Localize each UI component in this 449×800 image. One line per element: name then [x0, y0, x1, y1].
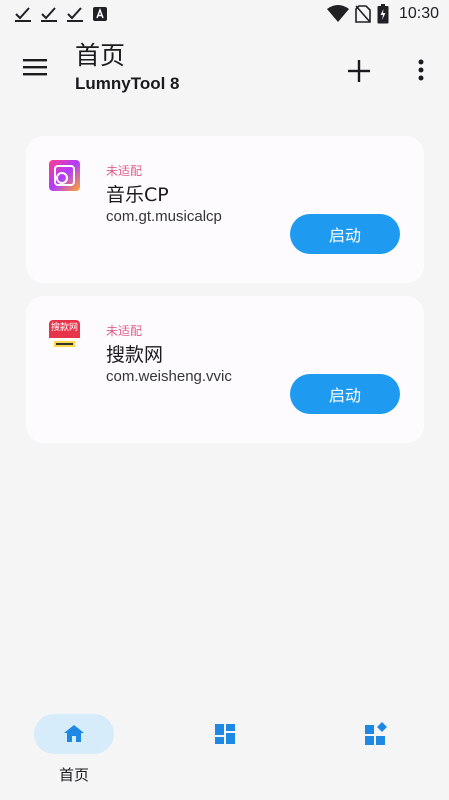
more-options-button[interactable]: [410, 56, 432, 86]
adaptation-status: 未适配: [106, 164, 143, 178]
a-letter-icon: [93, 7, 107, 21]
add-button[interactable]: [344, 56, 374, 86]
more-vert-icon: [418, 59, 424, 81]
bottom-navigation: 首页: [0, 700, 449, 800]
music-app-icon: [49, 160, 80, 191]
app-name: 搜款网: [106, 344, 164, 366]
plus-icon: [348, 60, 370, 82]
wifi-icon: [326, 5, 349, 22]
menu-button[interactable]: [20, 52, 50, 82]
notification-icons: [14, 6, 108, 22]
nav-label-home: 首页: [58, 766, 89, 784]
header-titles: 首页 LumnyTool 8: [75, 40, 180, 94]
widgets-icon: [365, 722, 387, 745]
launch-button[interactable]: 启动: [290, 374, 400, 414]
status-bar: 10:30: [0, 0, 449, 30]
app-subtitle: LumnyTool 8: [75, 74, 180, 93]
dashboard-icon: [215, 724, 235, 744]
check-icon: [15, 7, 31, 22]
no-sim-icon: [355, 5, 371, 23]
check-icon: [67, 7, 83, 22]
page-title: 首页: [75, 41, 126, 70]
system-icons: 10:30: [326, 4, 439, 24]
app-bar: 首页 LumnyTool 8: [0, 30, 449, 110]
app-name: 音乐CP: [106, 184, 169, 206]
menu-icon: [23, 59, 47, 76]
nav-item-widgets[interactable]: [335, 714, 415, 784]
app-icon-label: 搜款网: [50, 323, 78, 333]
home-icon: [64, 725, 84, 742]
package-name: com.gt.musicalcp: [106, 208, 222, 225]
status-time: 10:30: [398, 5, 439, 22]
check-icon: [41, 7, 57, 22]
app-card: 未适配 音乐CP com.gt.musicalcp 启动: [26, 136, 424, 283]
launch-button[interactable]: 启动: [290, 214, 400, 254]
package-name: com.weisheng.vvic: [106, 368, 232, 385]
app-card: 搜款网 未适配 搜款网 com.weisheng.vvic 启动: [26, 296, 424, 443]
battery-icon: [377, 4, 389, 24]
soukuan-app-icon: 搜款网: [49, 320, 80, 351]
nav-item-dashboard[interactable]: [185, 714, 265, 784]
nav-item-home[interactable]: 首页: [34, 714, 114, 784]
adaptation-status: 未适配: [106, 324, 143, 338]
